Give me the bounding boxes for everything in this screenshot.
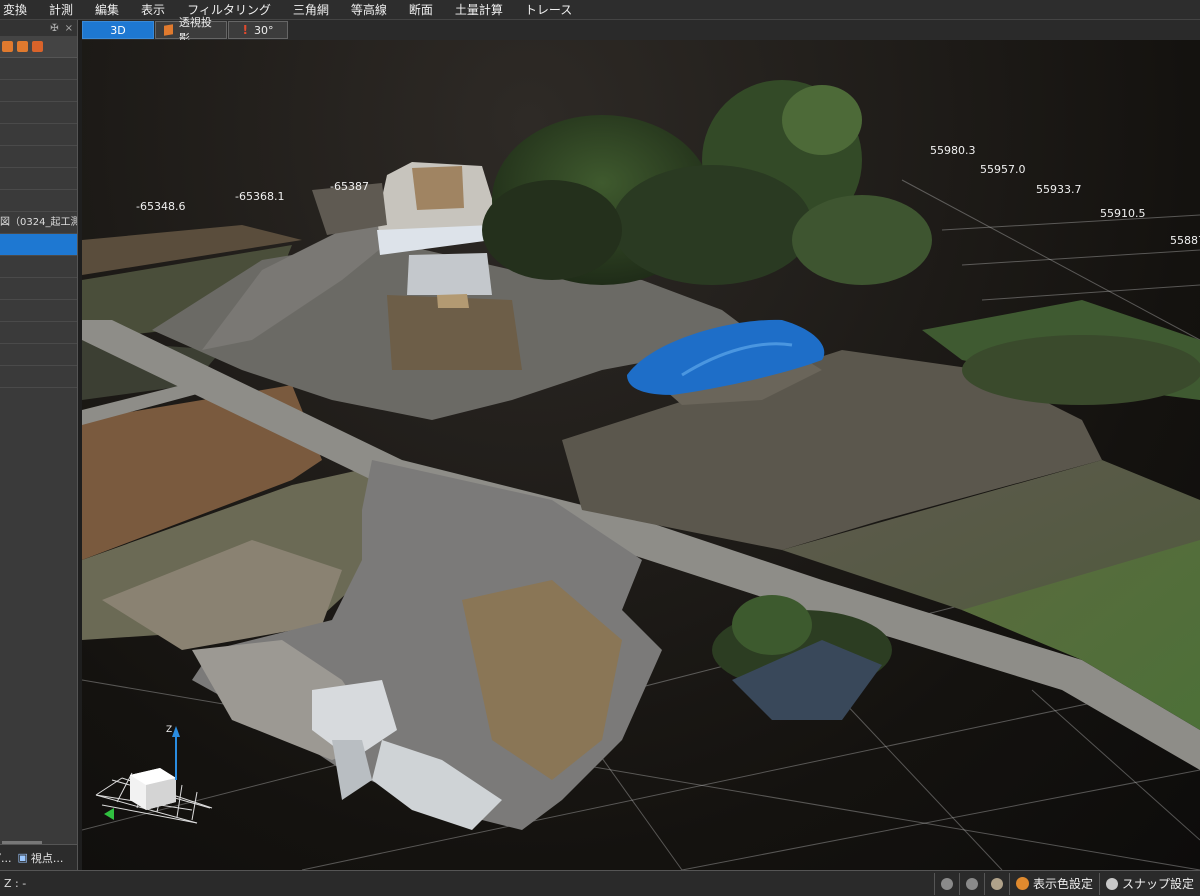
x-coord-label: -65348.6 <box>136 200 185 213</box>
layer-row[interactable] <box>0 146 77 168</box>
layer-row[interactable] <box>0 366 77 388</box>
panel-header: ✠ × <box>0 20 77 36</box>
y-coord-label: 55957.0 <box>980 163 1026 176</box>
remove-layer-icon[interactable] <box>17 41 28 52</box>
panel-bottom-tabs: プ... ▣ 視点... <box>0 844 77 870</box>
layer-row[interactable]: 図（0324_起工測量 <box>0 212 77 234</box>
layer-row[interactable] <box>0 322 77 344</box>
tab-properties[interactable]: プ... <box>0 850 12 866</box>
coordinate-readout: Z : - <box>4 877 27 890</box>
snap-icon <box>1105 877 1118 890</box>
menu-edit[interactable]: 編集 <box>85 0 131 20</box>
home-view-button[interactable] <box>983 872 1009 895</box>
layer-row[interactable] <box>0 102 77 124</box>
menu-contour[interactable]: 等高線 <box>341 0 399 20</box>
view-angle-button[interactable]: ! 30° <box>228 21 288 39</box>
layer-row[interactable] <box>0 190 77 212</box>
layer-row[interactable] <box>0 124 77 146</box>
y-coord-label: 55980.3 <box>930 144 976 157</box>
x-coord-label: -65387 <box>330 180 369 193</box>
layer-row[interactable] <box>0 234 77 256</box>
exclamation-icon: ! <box>242 23 248 37</box>
close-icon[interactable]: × <box>65 23 73 34</box>
layer-row[interactable] <box>0 300 77 322</box>
y-coord-label: 55910.5 <box>1100 207 1146 220</box>
layer-row[interactable] <box>0 168 77 190</box>
x-coord-label: -65368.1 <box>235 190 284 203</box>
layer-tree-icon[interactable] <box>32 41 43 52</box>
viewport-toolbar: 3D 透視投影 ! 30° <box>82 16 1200 45</box>
tab-3d[interactable]: 3D <box>82 21 154 39</box>
menu-convert[interactable]: 変換 <box>0 0 39 20</box>
palette-icon <box>1015 877 1029 890</box>
pin-icon[interactable]: ✠ <box>50 23 58 34</box>
menu-trace[interactable]: トレース <box>515 0 584 20</box>
3d-viewport[interactable]: -65348.6 -65368.1 -65387 55980.3 55957.0… <box>82 40 1200 870</box>
viewpoint-icon: ▣ <box>17 851 28 864</box>
menu-view[interactable]: 表示 <box>131 0 177 20</box>
layer-row[interactable] <box>0 80 77 102</box>
home-icon <box>990 877 1003 890</box>
menu-volume[interactable]: 土量計算 <box>445 0 515 20</box>
tab-viewpoint[interactable]: 視点... <box>31 850 64 866</box>
snap-settings-label: スナップ設定 <box>1121 877 1194 891</box>
point-cloud-scene: -65348.6 -65368.1 -65387 55980.3 55957.0… <box>82 80 1200 870</box>
camera-button[interactable] <box>958 872 984 895</box>
eye-button[interactable] <box>933 872 959 895</box>
camera-icon <box>965 877 978 890</box>
menu-measure[interactable]: 計測 <box>39 0 85 20</box>
gizmo-axis-label: Z <box>166 725 172 735</box>
layer-row[interactable] <box>0 344 77 366</box>
status-bar: Z : - 表示色設定 スナップ設定 <box>0 870 1200 896</box>
cube-icon <box>164 24 173 36</box>
view-angle-label: 30° <box>253 23 274 37</box>
menu-triangulation[interactable]: 三角網 <box>283 0 341 20</box>
layer-row[interactable] <box>0 58 77 80</box>
layer-row[interactable] <box>0 278 77 300</box>
layer-list: 図（0324_起工測量 <box>0 58 77 388</box>
eye-icon <box>940 877 953 890</box>
y-coord-label: 55933.7 <box>1036 183 1082 196</box>
display-color-button[interactable]: 表示色設定 <box>1008 872 1099 895</box>
perspective-toggle[interactable]: 透視投影 <box>155 16 227 45</box>
orientation-gizmo[interactable]: Z <box>95 725 213 824</box>
display-color-label: 表示色設定 <box>1032 877 1093 891</box>
menu-section[interactable]: 断面 <box>399 0 445 20</box>
panel-toolbar <box>0 36 77 58</box>
add-layer-icon[interactable] <box>2 41 13 52</box>
layer-row[interactable] <box>0 256 77 278</box>
y-coord-label: 55887 <box>1170 234 1200 247</box>
snap-settings-button[interactable]: スナップ設定 <box>1098 872 1200 895</box>
layer-panel: ✠ × 図（0324_起工測量 プ... ▣ 視点... <box>0 20 78 870</box>
